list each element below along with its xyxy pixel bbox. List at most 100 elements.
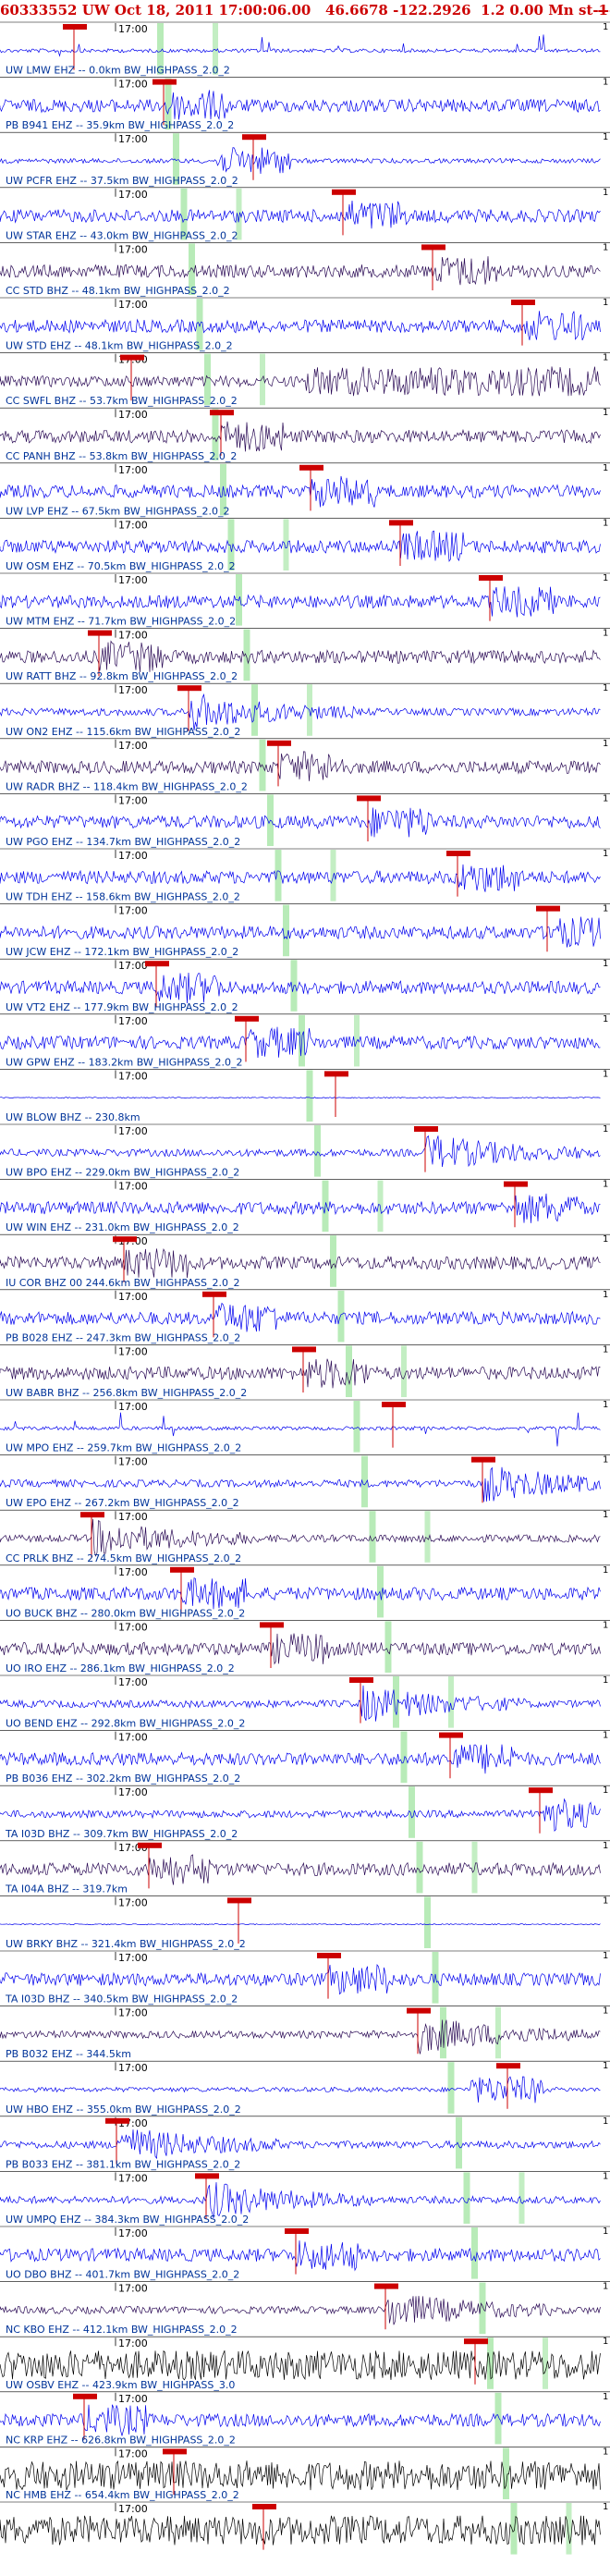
row-scale-label: 1 bbox=[603, 904, 608, 914]
row-scale-label: 1 bbox=[603, 573, 608, 583]
arrival-band bbox=[424, 1896, 431, 1948]
row-scale-label: 1 bbox=[603, 1895, 608, 1906]
trace-label: CC PANH BHZ -- 53.8km BW_HIGHPASS_2.0_2 bbox=[6, 450, 237, 462]
row-scale-label: 1 bbox=[603, 959, 608, 969]
arrival-band bbox=[274, 850, 282, 902]
pick-marker bbox=[357, 795, 381, 802]
trace-label: UO IRO EHZ -- 286.1km BW_HIGHPASS_2.0_2 bbox=[6, 1662, 235, 1674]
arrival-band bbox=[283, 519, 289, 570]
time-tick-label: 17:00 bbox=[118, 2062, 148, 2074]
time-tick-label: 17:00 bbox=[118, 409, 148, 421]
trace-label: PB B941 EHZ -- 35.9km BW_HIGHPASS_2.0_2 bbox=[6, 119, 234, 131]
trace-label: UW LVP EHZ -- 67.5km BW_HIGHPASS_2.0_2 bbox=[6, 505, 230, 517]
time-tick-label: 17:00 bbox=[118, 630, 148, 642]
waveform-trace bbox=[0, 2296, 601, 2325]
waveform-trace bbox=[0, 1518, 601, 1557]
time-tick-label: 17:00 bbox=[118, 2393, 148, 2405]
arrival-band bbox=[456, 2116, 462, 2169]
waveform-trace bbox=[0, 864, 601, 892]
waveform-trace bbox=[0, 1744, 601, 1774]
pick-marker bbox=[170, 1566, 194, 1573]
pick-marker bbox=[267, 740, 291, 746]
time-tick-label: 17:00 bbox=[118, 850, 148, 862]
waveform-trace bbox=[0, 2240, 601, 2272]
time-tick-label: 17:00 bbox=[118, 133, 148, 145]
row-scale-label: 1 bbox=[603, 1785, 608, 1796]
arrival-band bbox=[448, 1676, 454, 1728]
trace-label: CC SWFL BHZ -- 53.7km BW_HIGHPASS_2.0_2 bbox=[6, 395, 238, 407]
time-tick-label: 17:00 bbox=[118, 2007, 148, 2019]
trace-label: UW BLOW BHZ -- 230.8km bbox=[6, 1111, 140, 1123]
waveform-trace bbox=[0, 2404, 601, 2436]
row-scale-label: 1 bbox=[603, 2006, 608, 2017]
trace-label: PB B036 EHZ -- 302.2km BW_HIGHPASS_2.0_2 bbox=[6, 1773, 240, 1785]
pick-marker bbox=[414, 1126, 438, 1132]
pick-marker bbox=[285, 2228, 309, 2234]
row-scale-label: 1 bbox=[603, 1455, 608, 1466]
trace-label: UW ON2 EHZ -- 115.6km BW_HIGHPASS_2.0_2 bbox=[6, 726, 240, 738]
arrival-band bbox=[306, 1070, 313, 1122]
waveform-trace bbox=[0, 807, 601, 838]
row-scale-label: 1 bbox=[603, 1731, 608, 1741]
trace-label: UW WIN EHZ -- 231.0km BW_HIGHPASS_2.0_2 bbox=[6, 1221, 239, 1233]
row-scale-label: 1 bbox=[603, 2447, 608, 2457]
waveform-trace bbox=[0, 2515, 601, 2545]
trace-label: UW BRKY BHZ -- 321.4km BW_HIGHPASS_2.0_2 bbox=[6, 1938, 246, 1950]
time-tick-label: 17:00 bbox=[118, 1015, 148, 1027]
time-tick-label: 17:00 bbox=[118, 1896, 148, 1908]
waveform-trace bbox=[0, 2460, 601, 2491]
trace-label: UW UMPQ EHZ -- 384.3km BW_HIGHPASS_2.0_2 bbox=[6, 2214, 249, 2226]
pick-marker bbox=[299, 464, 323, 471]
row-scale-label: 1 bbox=[603, 408, 608, 418]
trace-label: UW PGO EHZ -- 134.7km BW_HIGHPASS_2.0_2 bbox=[6, 836, 240, 848]
pick-marker bbox=[407, 2007, 431, 2014]
pick-marker bbox=[210, 410, 234, 416]
time-tick-label: 17:00 bbox=[118, 519, 148, 531]
trace-label: TA I04A BHZ -- 319.7km bbox=[5, 1883, 128, 1895]
waveform-trace bbox=[0, 972, 601, 1004]
trace-label: UW STAR EHZ -- 43.0km BW_HIGHPASS_2.0_2 bbox=[6, 229, 238, 241]
time-tick-label: 17:00 bbox=[118, 2337, 148, 2349]
waveform-trace bbox=[0, 1633, 601, 1665]
row-scale-label: 1 bbox=[603, 1565, 608, 1576]
pick-marker bbox=[471, 1456, 495, 1463]
row-scale-label: 1 bbox=[603, 629, 608, 639]
row-scale-label: 1 bbox=[603, 739, 608, 749]
row-scale-label: 1 bbox=[603, 78, 608, 88]
row-scale-label: 1 bbox=[603, 1069, 608, 1079]
pick-marker bbox=[464, 2338, 488, 2345]
time-tick-label: 17:00 bbox=[118, 1456, 148, 1468]
trace-label: UW EPO EHZ -- 267.2km BW_HIGHPASS_2.0_2 bbox=[6, 1497, 239, 1509]
time-tick-label: 17:00 bbox=[118, 243, 148, 255]
arrival-band bbox=[400, 1731, 408, 1784]
pick-marker bbox=[113, 1236, 137, 1243]
trace-label: UO DBO BHZ -- 401.7km BW_HIGHPASS_2.0_2 bbox=[6, 2269, 239, 2281]
row-scale-label: 1 bbox=[603, 1344, 608, 1355]
time-tick-label: 17:00 bbox=[118, 960, 148, 972]
pick-marker bbox=[536, 905, 560, 912]
time-tick-label: 17:00 bbox=[118, 794, 148, 806]
arrival-band bbox=[330, 1235, 336, 1287]
pick-marker bbox=[252, 2504, 276, 2509]
time-tick-label: 17:00 bbox=[118, 1181, 148, 1193]
row-scale-label: 1 bbox=[603, 793, 608, 803]
waveform-trace bbox=[0, 1358, 601, 1389]
trace-label: PB B032 EHZ -- 344.5km bbox=[6, 2048, 131, 2060]
row-scale-label: 1 bbox=[603, 463, 608, 473]
arrival-band bbox=[393, 1676, 399, 1728]
trace-label: UW RATT BHZ -- 92.8km BW_HIGHPASS_2.0_2 bbox=[6, 670, 238, 682]
trace-label: UW LMW EHZ -- 0.0km BW_HIGHPASS_2.0_2 bbox=[6, 65, 230, 77]
pick-marker bbox=[152, 79, 177, 85]
arrival-band bbox=[353, 1401, 360, 1453]
time-tick-label: 17:00 bbox=[118, 464, 148, 476]
trace-label: UW HBO EHZ -- 355.0km BW_HIGHPASS_2.0_2 bbox=[6, 2104, 241, 2116]
arrival-band bbox=[447, 2062, 455, 2114]
arrival-band bbox=[346, 1345, 352, 1397]
pick-marker bbox=[529, 1787, 553, 1794]
waveform-trace bbox=[0, 200, 601, 229]
trace-label: NC HMB EHZ -- 654.4km BW_HIGHPASS_2.0_2 bbox=[6, 2489, 239, 2501]
waveform-trace bbox=[0, 256, 601, 286]
trace-label: UW GPW EHZ -- 183.2km BW_HIGHPASS_2.0_2 bbox=[6, 1056, 242, 1068]
row-scale-label: 1 bbox=[603, 1180, 608, 1190]
waveform-trace bbox=[0, 1685, 601, 1722]
